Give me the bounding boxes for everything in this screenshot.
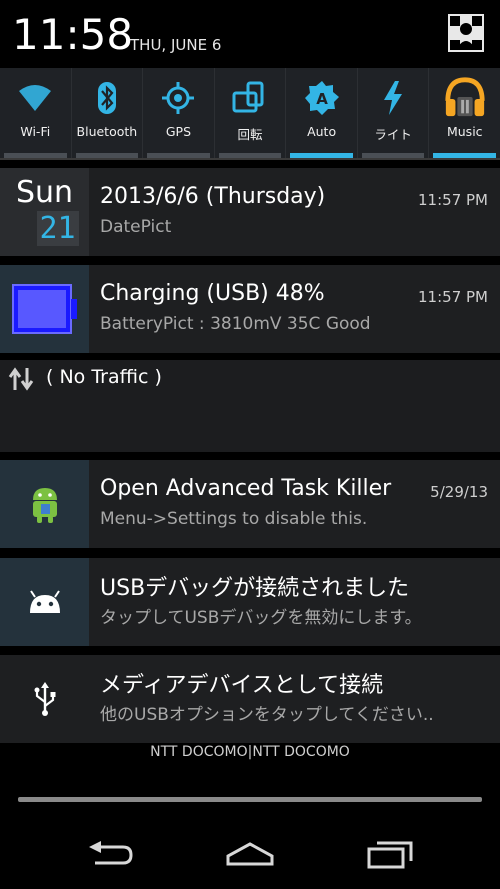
- notification-time: 5/29/13: [430, 483, 488, 501]
- notification-title: 2013/6/6 (Thursday): [100, 184, 326, 209]
- notification-media-device[interactable]: メディアデバイスとして接続 他のUSBオプションをタップしてください..: [0, 655, 500, 743]
- recent-apps-button[interactable]: [358, 832, 422, 876]
- toggle-label: ライト: [374, 127, 412, 142]
- notification-title: USBデバッグが接続されました: [100, 576, 410, 601]
- notification-title: メディアデバイスとして接続: [100, 673, 384, 698]
- toggle-auto-brightness[interactable]: A Auto: [286, 68, 358, 158]
- wifi-icon: [13, 76, 57, 120]
- calendar-icon-weekday: Sun: [15, 175, 74, 210]
- notification-usb-debugging[interactable]: USBデバッグが接続されました タップしてUSBデバッグを無効にします。: [0, 558, 500, 646]
- calendar-icon: Sun 21: [0, 168, 89, 256]
- toggle-indicator: [4, 153, 67, 158]
- settings-shortcut-icon[interactable]: [448, 14, 484, 52]
- quick-settings-bar: Wi-Fi Bluetooth GPS 回転 A Auto ライト Music: [0, 68, 500, 160]
- flashlight-icon: [371, 76, 415, 120]
- clock: 11:58: [12, 10, 134, 59]
- notification-subtitle: DatePict: [100, 217, 172, 237]
- rotation-icon: [228, 76, 272, 120]
- home-button[interactable]: [218, 832, 282, 876]
- usb-icon: [0, 655, 89, 743]
- toggle-gps[interactable]: GPS: [143, 68, 215, 158]
- notification-header: 11:58 THU, JUNE 6: [0, 0, 500, 68]
- toggle-indicator: [147, 153, 210, 158]
- toggle-label: Bluetooth: [76, 124, 138, 139]
- back-button[interactable]: [78, 832, 142, 876]
- toggle-indicator: [218, 153, 282, 158]
- notification-subtitle: 他のUSBオプションをタップしてください..: [100, 705, 434, 725]
- battery-icon: [0, 265, 89, 353]
- notification-subtitle: BatteryPict : 3810mV 35C Good: [100, 314, 371, 334]
- notification-title: Open Advanced Task Killer: [100, 476, 392, 501]
- date-label: THU, JUNE 6: [130, 36, 222, 54]
- notification-subtitle: タップしてUSBデバッグを無効にします。: [100, 608, 422, 628]
- toggle-label: GPS: [165, 124, 192, 139]
- toggle-indicator: [290, 153, 353, 158]
- bluetooth-icon: [85, 76, 129, 120]
- notification-time: 11:57 PM: [418, 191, 488, 209]
- toggle-label: Auto: [307, 124, 337, 139]
- toggle-rotation[interactable]: 回転: [215, 68, 287, 158]
- toggle-label: Music: [446, 124, 483, 139]
- recent-apps-icon: [367, 841, 413, 869]
- toggle-label: Wi-Fi: [20, 124, 51, 139]
- navigation-bar: [0, 818, 500, 889]
- traffic-label: ( No Traffic ): [46, 366, 162, 388]
- notification-traffic[interactable]: ( No Traffic ): [0, 360, 500, 452]
- calendar-icon-day: 21: [36, 211, 79, 246]
- android-robot-icon: [0, 460, 89, 548]
- toggle-indicator: [75, 153, 139, 158]
- toggle-music[interactable]: Music: [429, 68, 500, 158]
- carrier-label: NTT DOCOMO|NTT DOCOMO: [150, 744, 350, 760]
- notification-datepict[interactable]: Sun 21 2013/6/6 (Thursday) DatePict 11:5…: [0, 168, 500, 256]
- notification-title: Charging (USB) 48%: [100, 281, 325, 306]
- notification-battery[interactable]: Charging (USB) 48% BatteryPict : 3810mV …: [0, 265, 500, 353]
- traffic-arrows-icon: [8, 366, 34, 392]
- panel-drag-handle[interactable]: [18, 797, 482, 802]
- android-debug-icon: [0, 558, 89, 646]
- home-icon: [226, 842, 274, 866]
- toggle-flashlight[interactable]: ライト: [358, 68, 430, 158]
- toggle-indicator: [433, 153, 497, 158]
- toggle-wifi[interactable]: Wi-Fi: [0, 68, 72, 158]
- notification-time: 11:57 PM: [418, 288, 488, 306]
- notification-subtitle: Menu->Settings to disable this.: [100, 509, 368, 529]
- toggle-bluetooth[interactable]: Bluetooth: [72, 68, 144, 158]
- svg-text:A: A: [316, 90, 328, 108]
- toggle-label: 回転: [237, 127, 263, 142]
- back-icon: [89, 841, 133, 865]
- auto-brightness-icon: A: [300, 76, 344, 120]
- gps-icon: [156, 76, 200, 120]
- notification-task-killer[interactable]: Open Advanced Task Killer Menu->Settings…: [0, 460, 500, 548]
- music-headphones-icon: [443, 76, 487, 120]
- toggle-indicator: [361, 153, 425, 158]
